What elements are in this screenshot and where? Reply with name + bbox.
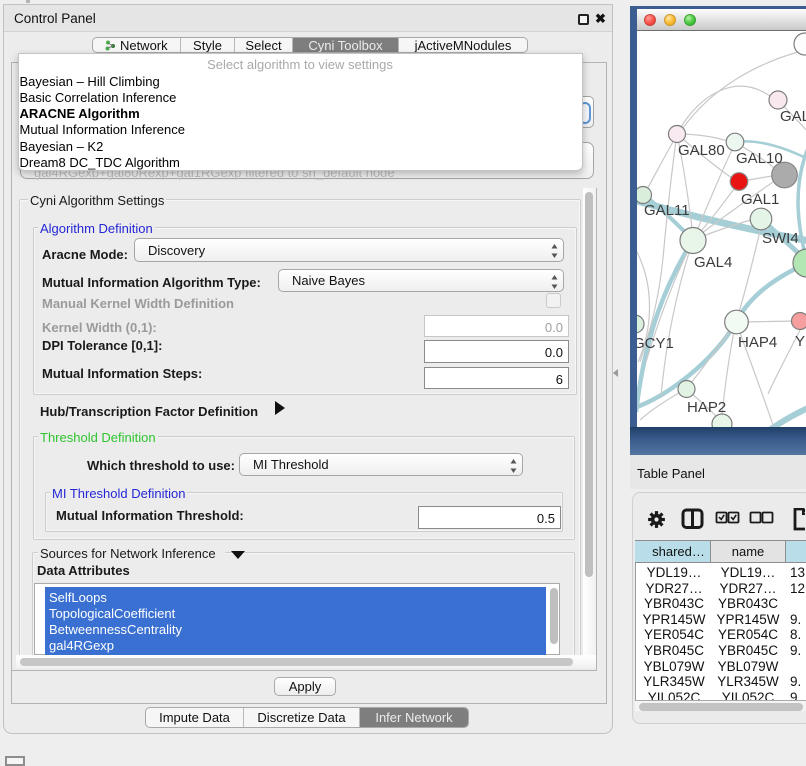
svg-text:GAL11: GAL11 — [644, 202, 690, 219]
svg-text:GAL1: GAL1 — [741, 191, 779, 208]
svg-text:HAP4: HAP4 — [738, 334, 777, 351]
svg-text:SWI4: SWI4 — [762, 230, 799, 247]
svg-text:GCY1: GCY1 — [637, 335, 674, 352]
svg-text:GAL: GAL — [780, 108, 806, 125]
svg-text:GAL10: GAL10 — [736, 150, 783, 167]
svg-text:GAL4: GAL4 — [694, 254, 732, 271]
svg-text:HAP2: HAP2 — [687, 399, 726, 416]
svg-text:Y: Y — [795, 333, 805, 350]
svg-text:GAL80: GAL80 — [678, 142, 725, 159]
